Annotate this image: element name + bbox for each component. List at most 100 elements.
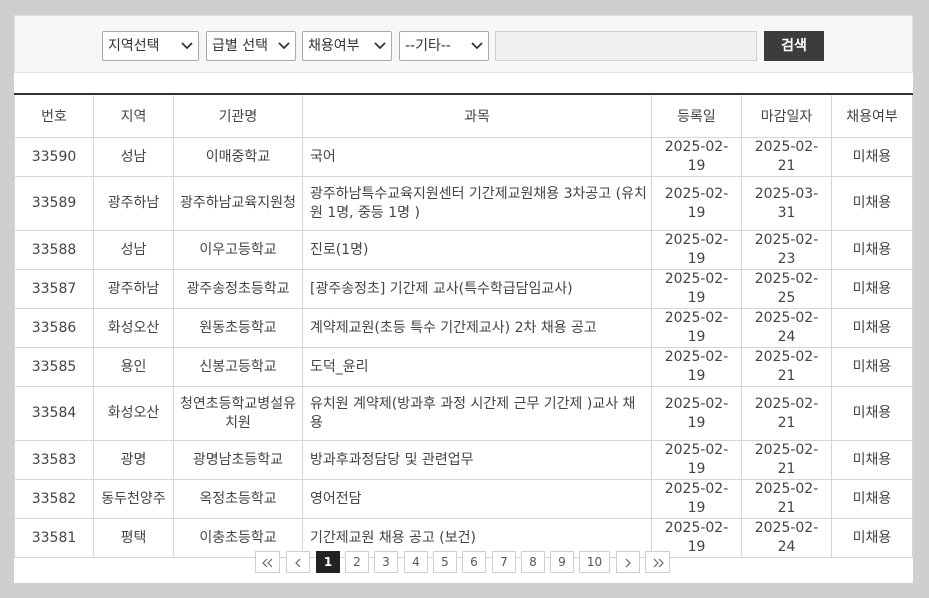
cell-subject-link[interactable]: 진로(1명): [303, 231, 652, 270]
page-6-button[interactable]: 6: [462, 551, 486, 573]
cell-number: 33584: [15, 387, 94, 441]
cell-region: 동두천양주: [94, 480, 174, 519]
cell-registered-date: 2025-02-19: [652, 177, 742, 231]
cell-due-date: 2025-02-24: [742, 309, 832, 348]
cell-region: 광주하남: [94, 270, 174, 309]
cell-subject-link[interactable]: 광주하남특수교육지원센터 기간제교원채용 3차공고 (유치원 1명, 중등 1명…: [303, 177, 652, 231]
search-input[interactable]: [495, 31, 757, 61]
header-due-date: 마감일자: [742, 94, 832, 138]
job-post-table: 번호 지역 기관명 과목 등록일 마감일자 채용여부 33590 성남 이매중학…: [14, 93, 913, 558]
table-row[interactable]: 33588 성남 이우고등학교 진로(1명) 2025-02-19 2025-0…: [15, 231, 913, 270]
cell-subject-link[interactable]: 방과후과정담당 및 관련업무: [303, 441, 652, 480]
page-3-button[interactable]: 3: [374, 551, 398, 573]
prev-page-button[interactable]: [286, 551, 310, 573]
region-select[interactable]: 지역선택: [102, 31, 199, 61]
next-page-button[interactable]: [616, 551, 640, 573]
cell-subject-link[interactable]: 국어: [303, 138, 652, 177]
page-2-button[interactable]: 2: [345, 551, 369, 573]
page-9-button[interactable]: 9: [550, 551, 574, 573]
header-hiring-status: 채용여부: [832, 94, 913, 138]
page-4-button[interactable]: 4: [404, 551, 428, 573]
cell-hiring-status: 미채용: [832, 309, 913, 348]
cell-hiring-status: 미채용: [832, 480, 913, 519]
cell-number: 33585: [15, 348, 94, 387]
cell-hiring-status: 미채용: [832, 387, 913, 441]
cell-organization: 이매중학교: [174, 138, 303, 177]
cell-subject-link[interactable]: 영어전담: [303, 480, 652, 519]
table-row[interactable]: 33586 화성오산 원동초등학교 계약제교원(초등 특수 기간제교사) 2차 …: [15, 309, 913, 348]
chevron-down-icon: [277, 32, 291, 60]
cell-due-date: 2025-02-23: [742, 231, 832, 270]
cell-region: 광명: [94, 441, 174, 480]
chevron-down-icon: [373, 32, 387, 60]
cell-hiring-status: 미채용: [832, 138, 913, 177]
cell-hiring-status: 미채용: [832, 177, 913, 231]
table-row[interactable]: 33587 광주하남 광주송정초등학교 [광주송정초] 기간제 교사(특수학급담…: [15, 270, 913, 309]
cell-registered-date: 2025-02-19: [652, 480, 742, 519]
page-10-button[interactable]: 10: [579, 551, 610, 573]
cell-organization: 광주송정초등학교: [174, 270, 303, 309]
page-1-button[interactable]: 1: [316, 551, 340, 573]
cell-number: 33586: [15, 309, 94, 348]
table-row[interactable]: 33589 광주하남 광주하남교육지원청 광주하남특수교육지원센터 기간제교원채…: [15, 177, 913, 231]
cell-due-date: 2025-02-24: [742, 519, 832, 558]
cell-region: 성남: [94, 231, 174, 270]
cell-number: 33582: [15, 480, 94, 519]
header-organization: 기관명: [174, 94, 303, 138]
etc-select-value: --기타--: [405, 38, 451, 54]
cell-subject-link[interactable]: 도덕_윤리: [303, 348, 652, 387]
chevron-down-icon: [470, 32, 484, 60]
cell-organization: 광명남초등학교: [174, 441, 303, 480]
hired-select[interactable]: 채용여부: [302, 31, 392, 61]
last-page-button[interactable]: [645, 551, 670, 573]
cell-organization: 광주하남교육지원청: [174, 177, 303, 231]
cell-region: 화성오산: [94, 387, 174, 441]
cell-due-date: 2025-02-21: [742, 441, 832, 480]
cell-organization: 신봉고등학교: [174, 348, 303, 387]
cell-registered-date: 2025-02-19: [652, 309, 742, 348]
search-bar: 지역선택 급별 선택 채용여부 --기타-- 검색: [14, 15, 913, 73]
page-7-button[interactable]: 7: [492, 551, 516, 573]
table-row[interactable]: 33585 용인 신봉고등학교 도덕_윤리 2025-02-19 2025-02…: [15, 348, 913, 387]
cell-hiring-status: 미채용: [832, 348, 913, 387]
cell-due-date: 2025-02-21: [742, 348, 832, 387]
cell-subject-link[interactable]: [광주송정초] 기간제 교사(특수학급담임교사): [303, 270, 652, 309]
cell-hiring-status: 미채용: [832, 270, 913, 309]
cell-due-date: 2025-02-21: [742, 138, 832, 177]
cell-organization: 청연초등학교병설유치원: [174, 387, 303, 441]
table-row[interactable]: 33583 광명 광명남초등학교 방과후과정담당 및 관련업무 2025-02-…: [15, 441, 913, 480]
header-subject: 과목: [303, 94, 652, 138]
cell-registered-date: 2025-02-19: [652, 231, 742, 270]
hired-select-value: 채용여부: [308, 38, 360, 54]
header-number: 번호: [15, 94, 94, 138]
table-row[interactable]: 33582 동두천양주 옥정초등학교 영어전담 2025-02-19 2025-…: [15, 480, 913, 519]
page-5-button[interactable]: 5: [433, 551, 457, 573]
table-row[interactable]: 33590 성남 이매중학교 국어 2025-02-19 2025-02-21 …: [15, 138, 913, 177]
board-panel: 지역선택 급별 선택 채용여부 --기타-- 검색 번호 지역 기관명: [14, 15, 913, 583]
header-registered-date: 등록일: [652, 94, 742, 138]
cell-due-date: 2025-02-21: [742, 387, 832, 441]
cell-due-date: 2025-02-21: [742, 480, 832, 519]
table-row[interactable]: 33584 화성오산 청연초등학교병설유치원 유치원 계약제(방과후 과정 시간…: [15, 387, 913, 441]
grade-select[interactable]: 급별 선택: [206, 31, 296, 61]
search-button[interactable]: 검색: [764, 31, 824, 61]
cell-subject-link[interactable]: 계약제교원(초등 특수 기간제교사) 2차 채용 공고: [303, 309, 652, 348]
cell-region: 성남: [94, 138, 174, 177]
cell-region: 용인: [94, 348, 174, 387]
cell-number: 33587: [15, 270, 94, 309]
cell-organization: 원동초등학교: [174, 309, 303, 348]
cell-subject-link[interactable]: 유치원 계약제(방과후 과정 시간제 근무 기간제 )교사 채용: [303, 387, 652, 441]
cell-registered-date: 2025-02-19: [652, 270, 742, 309]
cell-number: 33583: [15, 441, 94, 480]
first-page-button[interactable]: [255, 551, 280, 573]
etc-select[interactable]: --기타--: [399, 31, 489, 61]
cell-hiring-status: 미채용: [832, 519, 913, 558]
grade-select-value: 급별 선택: [212, 38, 268, 54]
cell-registered-date: 2025-02-19: [652, 138, 742, 177]
page-8-button[interactable]: 8: [521, 551, 545, 573]
table-header-row: 번호 지역 기관명 과목 등록일 마감일자 채용여부: [15, 94, 913, 138]
cell-due-date: 2025-02-25: [742, 270, 832, 309]
cell-number: 33581: [15, 519, 94, 558]
cell-region: 평택: [94, 519, 174, 558]
cell-organization: 이우고등학교: [174, 231, 303, 270]
